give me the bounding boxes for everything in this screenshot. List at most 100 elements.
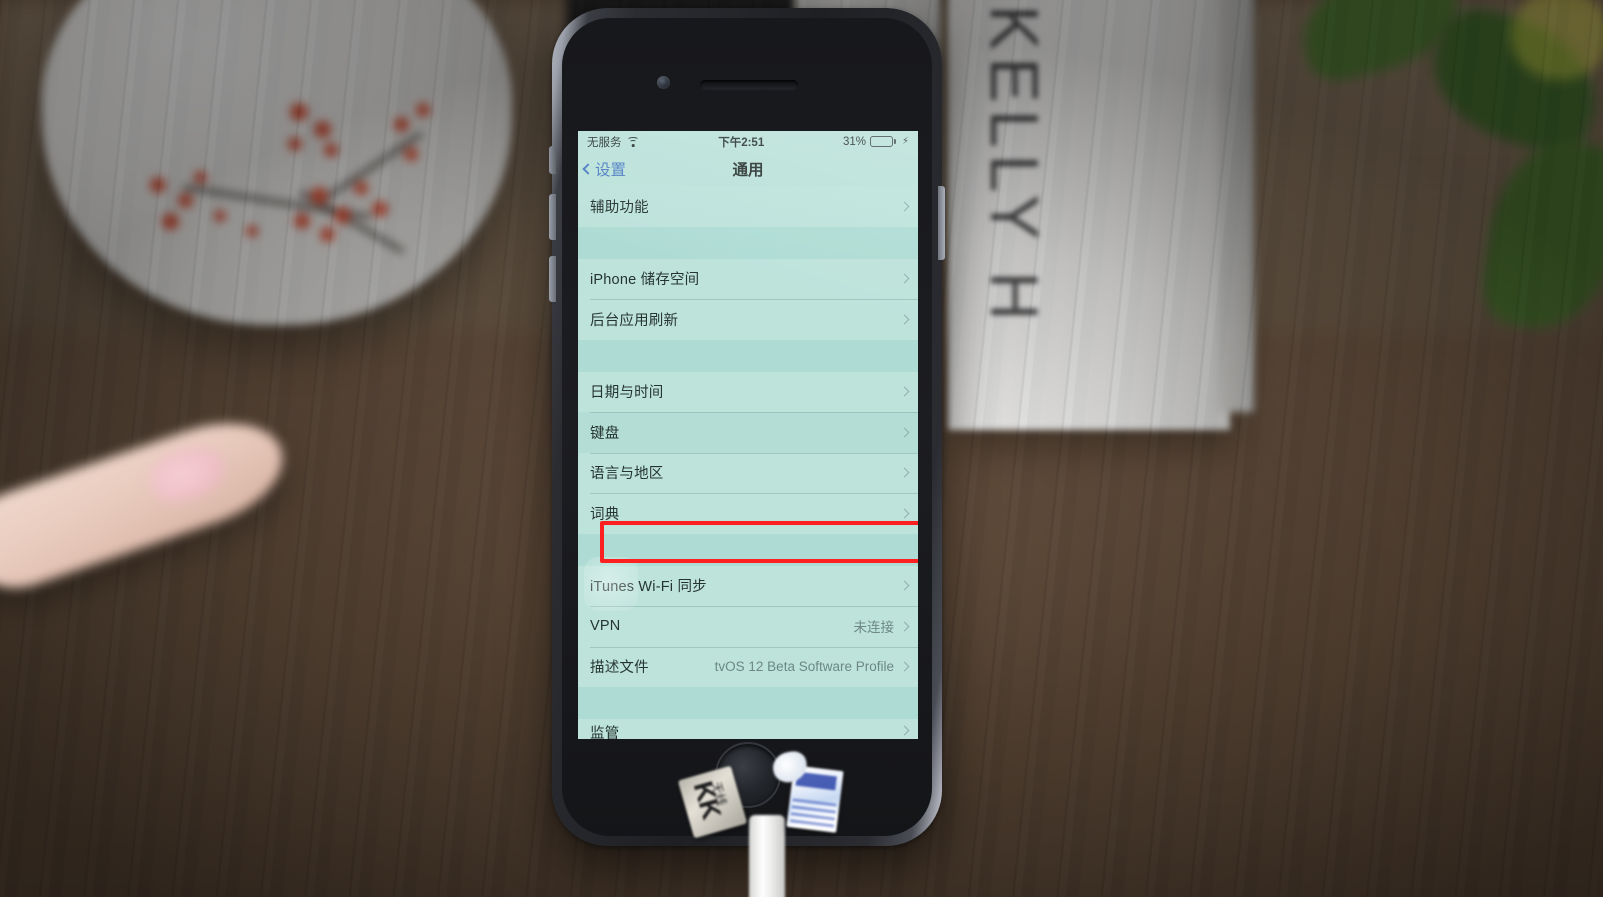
scene-photo: KELLY H 无服务 下午2:51 31% ⚡ 设置 通用 辅助功能 iPho…	[0, 0, 1603, 897]
book-edge	[1218, 0, 1254, 412]
vase-highlight	[138, 0, 196, 71]
chevron-right-icon	[899, 427, 910, 438]
settings-row-iphone-storage[interactable]: iPhone 储存空间	[578, 258, 918, 299]
row-label: 描述文件	[590, 660, 649, 677]
plum-blossom	[288, 137, 302, 151]
row-accessory	[899, 273, 910, 284]
page-title: 通用	[732, 162, 764, 179]
plum-blossom	[294, 213, 310, 229]
phone-screen: 无服务 下午2:51 31% ⚡ 设置 通用 辅助功能 iPhone 储存空间 …	[578, 131, 918, 739]
settings-row-date-time[interactable]: 日期与时间	[578, 371, 918, 412]
front-camera	[657, 76, 670, 89]
plum-blossom	[194, 171, 207, 184]
volume-down-button[interactable]	[549, 256, 556, 302]
row-accessory	[899, 725, 910, 736]
group-separator	[578, 533, 918, 566]
chevron-right-icon	[899, 467, 910, 478]
settings-row-background-app-refresh[interactable]: 后台应用刷新	[578, 299, 918, 340]
row-accessory	[899, 201, 910, 212]
earpiece-speaker	[700, 80, 798, 90]
lightning-cable	[749, 815, 785, 897]
settings-row-itunes-wifi-sync[interactable]: iTunes Wi-Fi 同步	[578, 565, 918, 606]
back-button-label: 设置	[595, 162, 627, 179]
plum-blossom	[150, 177, 166, 193]
settings-row-keyboard[interactable]: 键盘	[578, 412, 918, 453]
pointing-finger	[0, 403, 297, 603]
chevron-right-icon	[899, 508, 910, 519]
row-accessory	[899, 386, 910, 397]
settings-row-vpn[interactable]: VPN 未连接	[578, 606, 918, 647]
power-button[interactable]	[938, 186, 945, 260]
mute-switch[interactable]	[549, 146, 556, 174]
row-label: iTunes Wi-Fi 同步	[590, 579, 707, 596]
row-value: tvOS 12 Beta Software Profile	[714, 659, 894, 675]
navigation-bar: 设置 通用	[578, 152, 918, 186]
charging-bolt-icon: ⚡	[901, 135, 909, 147]
plum-blossom	[314, 121, 331, 138]
row-accessory	[899, 314, 910, 325]
plum-blossom	[394, 117, 409, 132]
chevron-right-icon	[899, 580, 910, 591]
status-bar-time: 下午2:51	[718, 136, 765, 149]
plum-blossom	[354, 181, 368, 195]
group-separator	[578, 226, 918, 259]
row-accessory	[899, 467, 910, 478]
carrier-label: 无服务	[587, 136, 622, 149]
row-label: VPN	[590, 618, 621, 635]
chevron-right-icon	[899, 314, 910, 325]
book-spine-title: KELLY H	[976, 5, 1052, 328]
settings-list: 辅助功能 iPhone 储存空间 后台应用刷新 日期与时间 键盘 语言与地区 词…	[578, 186, 918, 739]
settings-row-language-region[interactable]: 语言与地区	[578, 452, 918, 493]
row-label: 词典	[590, 506, 620, 523]
row-value: 未连接	[853, 620, 895, 636]
row-accessory	[899, 427, 910, 438]
plum-blossom	[246, 225, 258, 237]
settings-row-accessibility[interactable]: 辅助功能	[578, 186, 918, 227]
volume-up-button[interactable]	[549, 194, 556, 240]
chevron-right-icon	[899, 725, 910, 736]
battery-icon	[869, 136, 896, 147]
chevron-left-icon	[582, 163, 594, 175]
plum-blossom	[320, 227, 335, 242]
chevron-right-icon	[899, 201, 910, 212]
wifi-icon	[627, 136, 640, 147]
group-separator	[578, 339, 918, 372]
fingernail	[143, 437, 233, 510]
row-label: 后台应用刷新	[590, 312, 679, 329]
group-separator	[578, 687, 918, 719]
row-accessory	[899, 508, 910, 519]
status-bar: 无服务 下午2:51 31% ⚡	[578, 131, 918, 152]
plum-blossom	[324, 143, 338, 157]
chevron-right-icon	[899, 661, 910, 672]
row-label: iPhone 储存空间	[590, 272, 700, 289]
plum-blossom	[178, 193, 193, 208]
row-label: 辅助功能	[590, 199, 649, 216]
plum-blossom	[290, 103, 308, 121]
back-button[interactable]: 设置	[578, 158, 626, 180]
status-bar-right: 31% ⚡	[843, 136, 909, 148]
settings-row-regulatory[interactable]: 监管	[578, 719, 918, 739]
settings-row-profile[interactable]: 描述文件 tvOS 12 Beta Software Profile	[578, 646, 918, 687]
row-label: 键盘	[590, 425, 620, 442]
plum-blossom	[404, 147, 418, 161]
row-accessory: tvOS 12 Beta Software Profile	[714, 659, 910, 675]
chevron-right-icon	[899, 621, 910, 632]
plum-blossom	[162, 213, 179, 230]
plum-blossom	[310, 187, 328, 205]
chevron-right-icon	[899, 386, 910, 397]
status-bar-left: 无服务	[587, 134, 640, 150]
row-accessory: 未连接	[853, 616, 910, 636]
plum-branch	[321, 131, 423, 203]
iphone-device: 无服务 下午2:51 31% ⚡ 设置 通用 辅助功能 iPhone 储存空间 …	[549, 8, 945, 846]
plum-blossom	[372, 201, 388, 217]
row-label: 监管	[590, 726, 620, 739]
plum-blossom	[334, 207, 351, 224]
row-accessory	[899, 580, 910, 591]
plum-blossom	[416, 103, 430, 117]
chevron-right-icon	[899, 273, 910, 284]
plum-blossom	[214, 210, 226, 222]
battery-percent-label: 31%	[842, 135, 866, 148]
row-label: 语言与地区	[590, 466, 664, 483]
settings-row-dictionary[interactable]: 词典	[578, 493, 918, 534]
row-label: 日期与时间	[590, 385, 664, 402]
